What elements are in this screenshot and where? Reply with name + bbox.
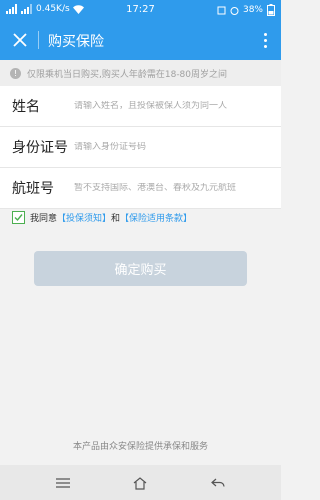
- system-nav-bar: [0, 465, 281, 500]
- checkmark-icon: [14, 214, 23, 222]
- battery-icon: [267, 4, 275, 16]
- more-dot: [263, 44, 267, 48]
- id-number-input[interactable]: [74, 142, 264, 152]
- footer-text: 本产品由众安保险提供承保和服务: [72, 442, 208, 452]
- back-icon: [211, 478, 225, 487]
- page-title: 购买保险: [48, 34, 104, 50]
- close-icon: [13, 33, 27, 47]
- insurance-notice-link[interactable]: 【投保须知】: [57, 211, 111, 224]
- battery-percent: 38%: [242, 5, 263, 15]
- agreement-row: 我同意 【投保须知】 和 【保险适用条款】: [12, 211, 192, 224]
- app-bar-divider: [38, 31, 39, 49]
- status-bar: 0.45K/s 17:27 38%: [0, 0, 281, 20]
- notice-bar: ! 仅限乘机当日购买,购买人年龄需在18-80周岁之间: [0, 60, 281, 86]
- home-icon: [133, 476, 147, 490]
- id-number-label: 身份证号: [12, 140, 68, 156]
- name-row: 姓名: [0, 86, 281, 127]
- more-dot: [263, 32, 267, 36]
- agreement-prefix: 我同意: [30, 214, 58, 224]
- back-button[interactable]: [205, 473, 231, 493]
- agreement-middle: 和: [111, 214, 121, 224]
- close-button[interactable]: [6, 26, 34, 54]
- name-label: 姓名: [12, 99, 40, 115]
- confirm-purchase-button[interactable]: 确定购买: [34, 251, 247, 286]
- notification-icon: [217, 6, 226, 14]
- notice-text: 仅限乘机当日购买,购买人年龄需在18-80周岁之间: [27, 69, 228, 80]
- more-button[interactable]: [253, 26, 277, 54]
- menu-button[interactable]: [50, 473, 76, 493]
- menu-icon: [56, 478, 70, 488]
- id-number-row: 身份证号: [0, 127, 281, 168]
- agreement-checkbox[interactable]: [12, 211, 25, 224]
- insurance-form: 姓名 身份证号 航班号: [0, 86, 281, 209]
- app-bar: 购买保险: [0, 20, 281, 60]
- status-right: 38%: [217, 4, 275, 16]
- name-input[interactable]: [74, 101, 264, 111]
- flight-number-row: 航班号: [0, 168, 281, 209]
- more-dot: [263, 38, 267, 42]
- flight-number-input[interactable]: [74, 183, 264, 193]
- flight-number-label: 航班号: [12, 181, 54, 197]
- insurance-terms-link[interactable]: 【保险适用条款】: [120, 211, 192, 224]
- info-icon: !: [10, 67, 21, 79]
- home-button[interactable]: [127, 473, 153, 493]
- alarm-icon: [230, 6, 239, 15]
